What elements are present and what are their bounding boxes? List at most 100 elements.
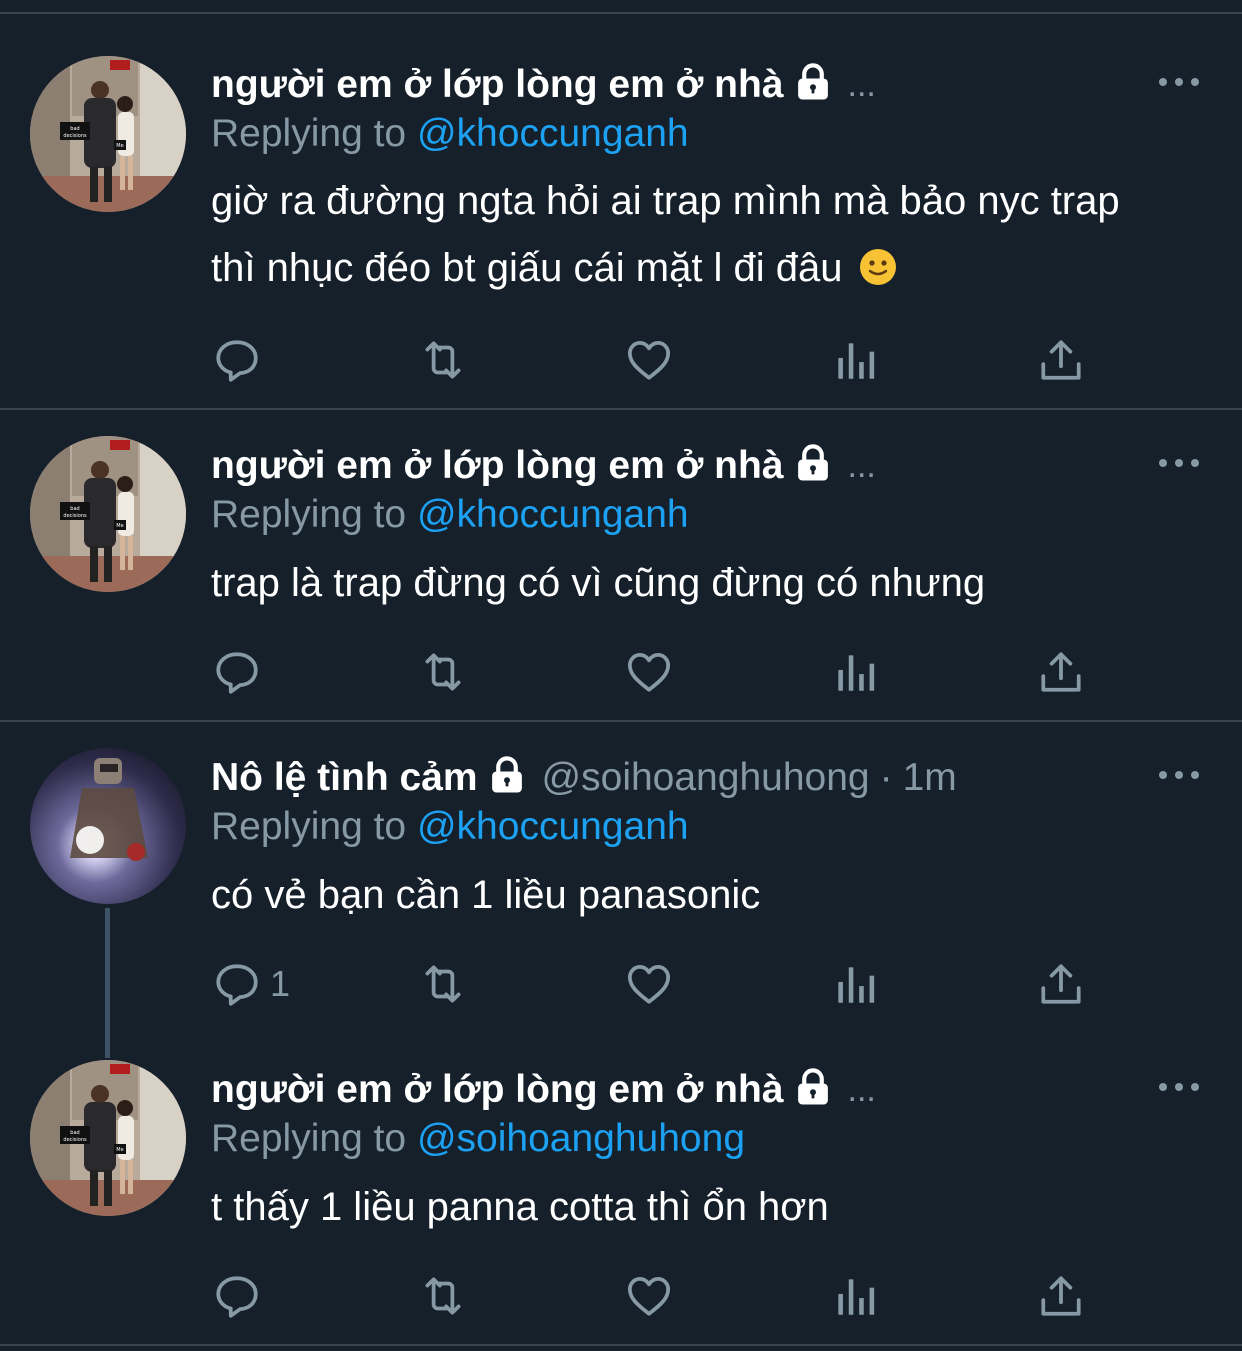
display-name[interactable]: người em ở lớp lòng em ở nhà bbox=[211, 1068, 784, 1112]
analytics-button[interactable] bbox=[830, 1268, 880, 1324]
tweet-text-content: trap là trap đừng có vì cũng đừng có như… bbox=[211, 561, 986, 605]
more-options-icon[interactable] bbox=[1155, 72, 1203, 92]
analytics-button[interactable] bbox=[830, 956, 880, 1012]
reply-button[interactable] bbox=[212, 644, 270, 700]
truncated-handle: ... bbox=[847, 446, 876, 485]
more-options-icon[interactable] bbox=[1155, 1077, 1203, 1097]
reply-count: 1 bbox=[270, 963, 291, 1004]
avatar[interactable] bbox=[30, 1060, 186, 1216]
reply-icon bbox=[212, 335, 262, 385]
timestamp[interactable]: 1m bbox=[903, 756, 957, 800]
analytics-icon bbox=[830, 959, 880, 1009]
retweet-button[interactable] bbox=[418, 332, 468, 388]
share-icon bbox=[1036, 647, 1086, 697]
avatar-image bbox=[30, 748, 186, 904]
tweet-actions bbox=[0, 332, 1242, 388]
tweet-text: có vẻ bạn cần 1 liều panasonic bbox=[211, 862, 1171, 929]
tweet-text-content: t thấy 1 liều panna cotta thì ổn hơn bbox=[211, 1185, 829, 1229]
share-icon bbox=[1036, 1271, 1086, 1321]
tweet-text-content: giờ ra đường ngta hỏi ai trap mình mà bả… bbox=[211, 179, 1120, 290]
share-button[interactable] bbox=[1036, 1268, 1086, 1324]
avatar-image bbox=[30, 436, 186, 592]
reply-icon bbox=[212, 647, 262, 697]
share-button[interactable] bbox=[1036, 644, 1086, 700]
more-options-icon[interactable] bbox=[1155, 765, 1203, 785]
like-button[interactable] bbox=[624, 1268, 674, 1324]
slightly-smiling-face-icon bbox=[858, 247, 898, 287]
more-options-icon[interactable] bbox=[1155, 453, 1203, 473]
like-button[interactable] bbox=[624, 332, 674, 388]
tweet-header: người em ở lớp lòng em ở nhà ... bbox=[211, 439, 876, 493]
divider bbox=[0, 720, 1242, 722]
display-name[interactable]: người em ở lớp lòng em ở nhà bbox=[211, 63, 784, 107]
timeline: bad decisions Me bbox=[0, 0, 1242, 1351]
like-icon bbox=[624, 1271, 674, 1321]
replying-to: Replying to @khoccunganh bbox=[211, 805, 689, 849]
replying-to: Replying to @soihoanghuhong bbox=[211, 1117, 745, 1161]
divider bbox=[0, 12, 1242, 14]
retweet-icon bbox=[418, 1271, 468, 1321]
divider bbox=[0, 1344, 1242, 1346]
lock-icon bbox=[486, 754, 528, 796]
share-icon bbox=[1036, 335, 1086, 385]
reply-icon bbox=[212, 1271, 262, 1321]
analytics-button[interactable] bbox=[830, 332, 880, 388]
separator: · bbox=[879, 756, 893, 799]
reply-button[interactable]: 1 bbox=[212, 956, 290, 1012]
tweet-text: trap là trap đừng có vì cũng đừng có như… bbox=[211, 550, 1171, 617]
retweet-icon bbox=[418, 335, 468, 385]
like-button[interactable] bbox=[624, 956, 674, 1012]
replying-prefix: Replying to bbox=[211, 805, 407, 848]
truncated-handle: ... bbox=[847, 65, 876, 104]
handle[interactable]: @soihoanghuhong bbox=[542, 756, 870, 800]
retweet-icon bbox=[418, 647, 468, 697]
like-icon bbox=[624, 959, 674, 1009]
share-button[interactable] bbox=[1036, 332, 1086, 388]
replying-prefix: Replying to bbox=[211, 493, 407, 536]
tweet-header: người em ở lớp lòng em ở nhà ... bbox=[211, 1063, 876, 1117]
display-name[interactable]: Nô lệ tình cảm bbox=[211, 756, 478, 800]
analytics-icon bbox=[830, 647, 880, 697]
divider bbox=[0, 408, 1242, 410]
tweet-text: giờ ra đường ngta hỏi ai trap mình mà bả… bbox=[211, 168, 1171, 302]
share-button[interactable] bbox=[1036, 956, 1086, 1012]
analytics-button[interactable] bbox=[830, 644, 880, 700]
tweet-header: người em ở lớp lòng em ở nhà ... bbox=[211, 58, 876, 112]
avatar[interactable] bbox=[30, 436, 186, 592]
mention-link[interactable]: @khoccunganh bbox=[417, 112, 689, 155]
replying-prefix: Replying to bbox=[211, 1117, 407, 1160]
retweet-icon bbox=[418, 959, 468, 1009]
tweet-actions bbox=[0, 644, 1242, 700]
retweet-button[interactable] bbox=[418, 1268, 468, 1324]
tweet-header: Nô lệ tình cảm @soihoanghuhong · 1m bbox=[211, 751, 957, 805]
replying-to: Replying to @khoccunganh bbox=[211, 493, 689, 537]
like-icon bbox=[624, 335, 674, 385]
mention-link[interactable]: @khoccunganh bbox=[417, 493, 689, 536]
lock-icon bbox=[792, 61, 834, 103]
display-name[interactable]: người em ở lớp lòng em ở nhà bbox=[211, 444, 784, 488]
share-icon bbox=[1036, 959, 1086, 1009]
reply-button[interactable] bbox=[212, 1268, 270, 1324]
truncated-handle: ... bbox=[847, 1070, 876, 1109]
mention-link[interactable]: @khoccunganh bbox=[417, 805, 689, 848]
reply-icon bbox=[212, 959, 262, 1009]
tweet-actions bbox=[0, 1268, 1242, 1324]
avatar[interactable] bbox=[30, 56, 186, 212]
avatar-image bbox=[30, 56, 186, 212]
analytics-icon bbox=[830, 1271, 880, 1321]
retweet-button[interactable] bbox=[418, 956, 468, 1012]
tweet-actions: 1 bbox=[0, 956, 1242, 1012]
lock-icon bbox=[792, 442, 834, 484]
like-button[interactable] bbox=[624, 644, 674, 700]
replying-to: Replying to @khoccunganh bbox=[211, 112, 689, 156]
like-icon bbox=[624, 647, 674, 697]
avatar[interactable] bbox=[30, 748, 186, 904]
avatar-image bbox=[30, 1060, 186, 1216]
mention-link[interactable]: @soihoanghuhong bbox=[417, 1117, 745, 1160]
retweet-button[interactable] bbox=[418, 644, 468, 700]
lock-icon bbox=[792, 1066, 834, 1108]
analytics-icon bbox=[830, 335, 880, 385]
reply-button[interactable] bbox=[212, 332, 270, 388]
replying-prefix: Replying to bbox=[211, 112, 407, 155]
tweet-text-content: có vẻ bạn cần 1 liều panasonic bbox=[211, 873, 761, 917]
